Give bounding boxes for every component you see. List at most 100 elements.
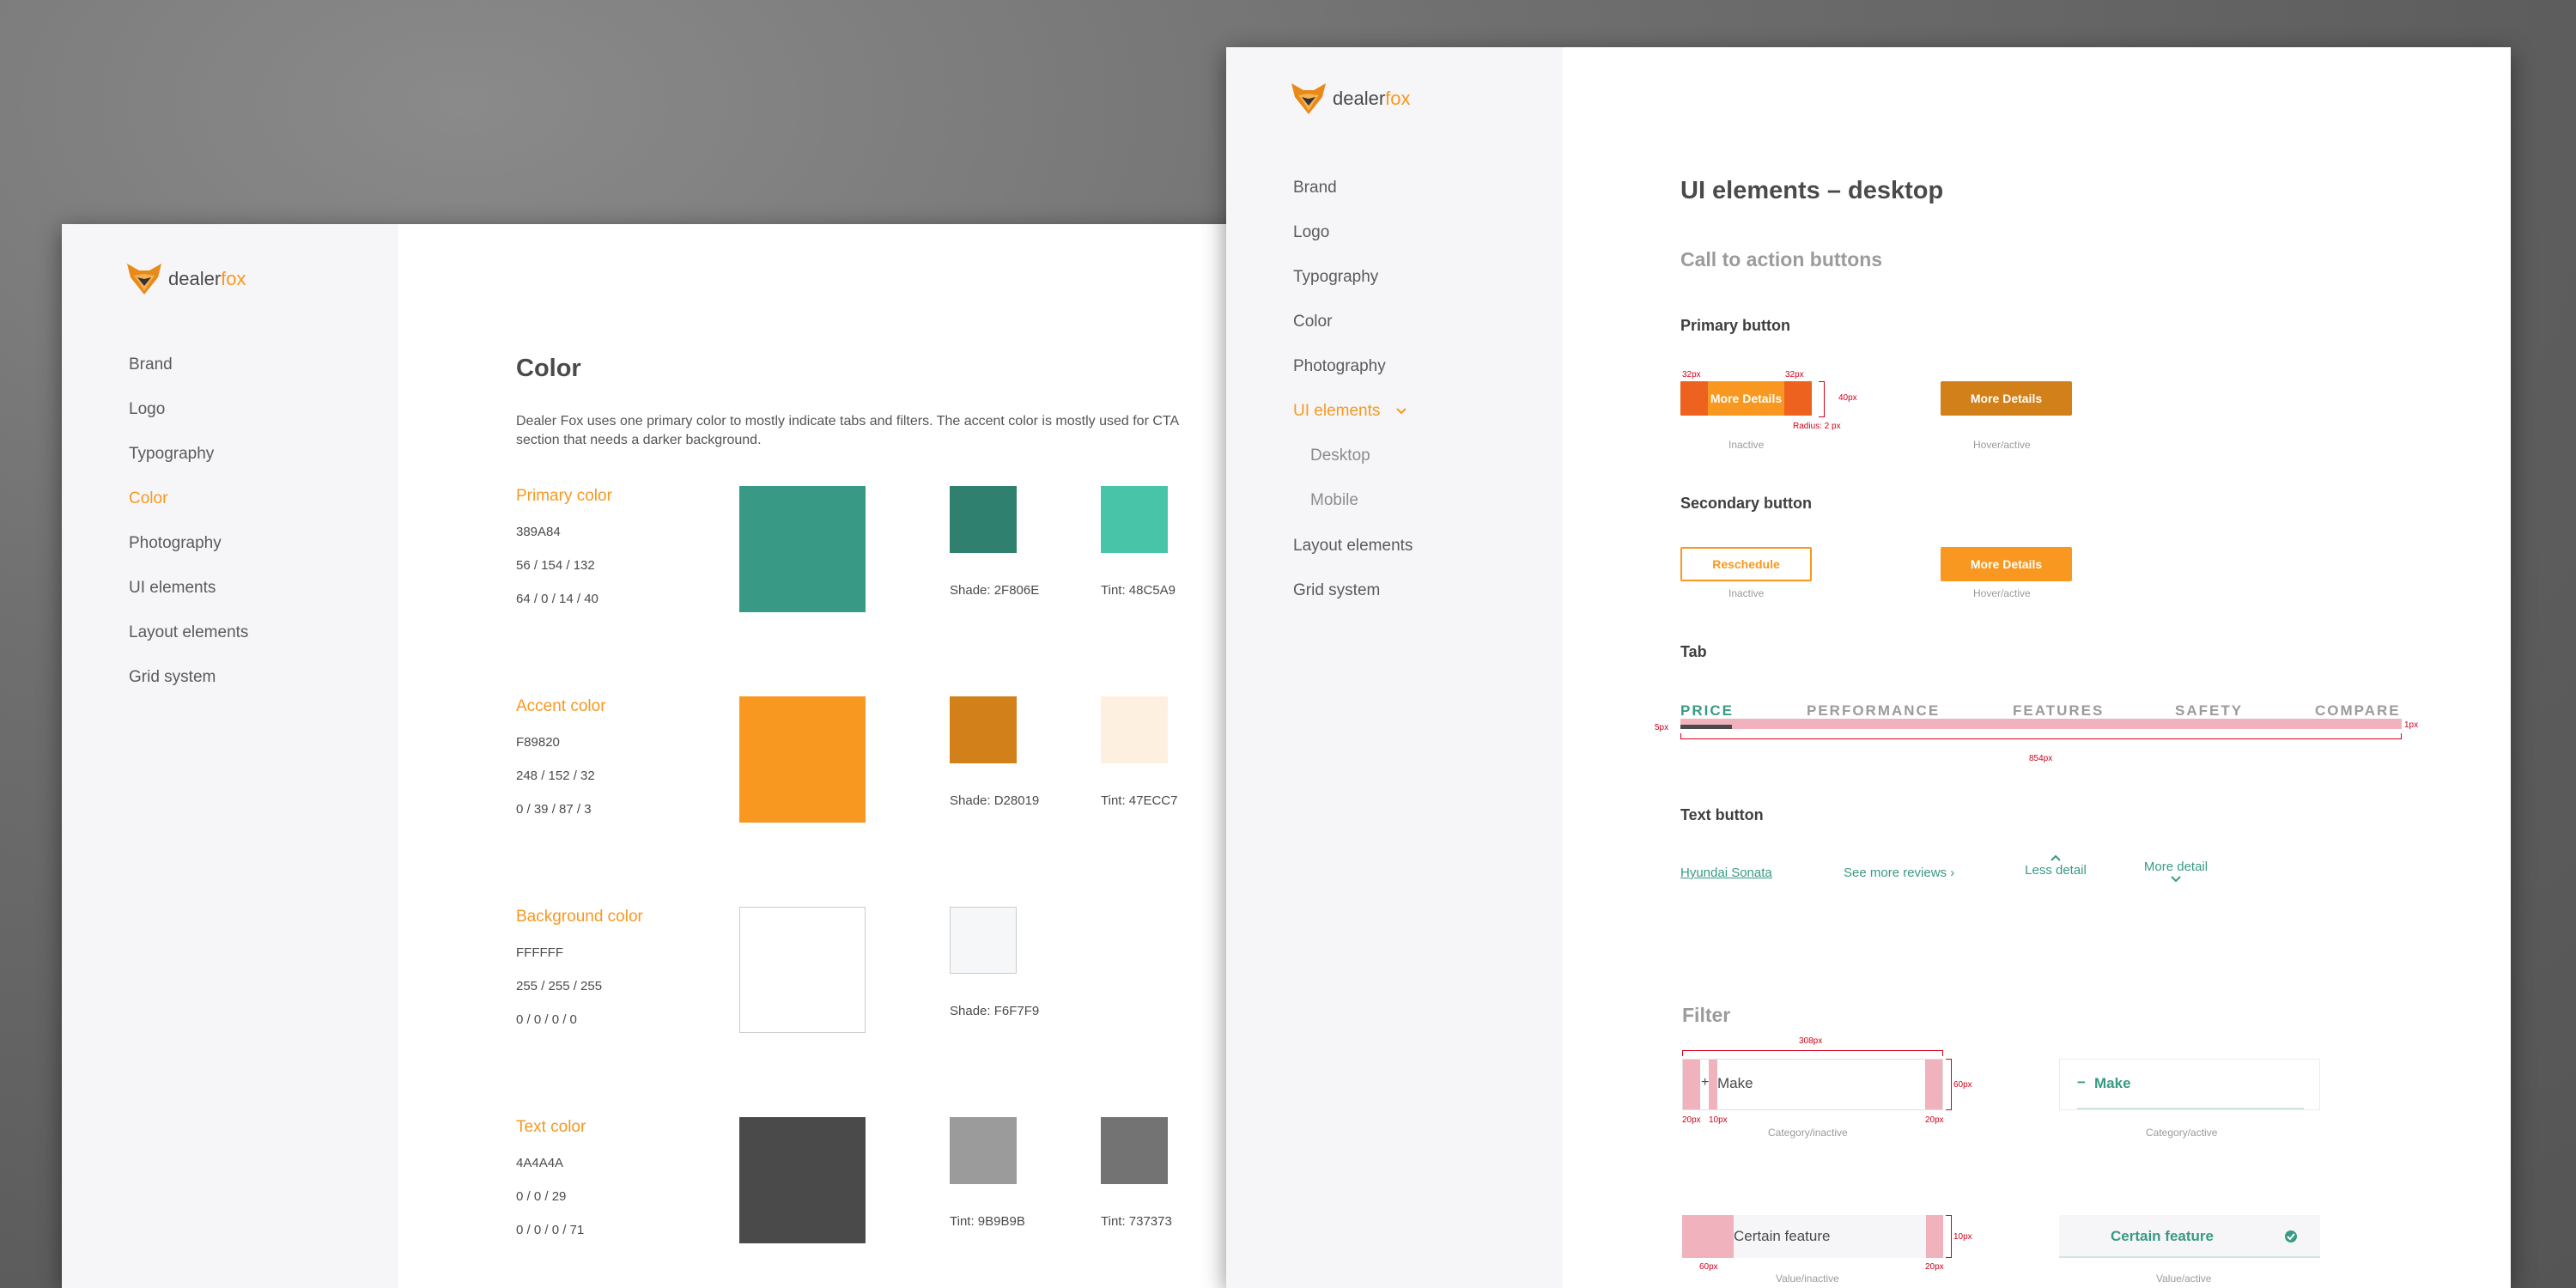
- spec-tab-1px: 1px: [2404, 720, 2419, 730]
- dealerfox-logo[interactable]: dealerfox: [1290, 82, 1411, 116]
- tab-underline-spec: [1680, 719, 2402, 729]
- filter-padding-left: [1683, 1060, 1700, 1109]
- nav-ui-elements[interactable]: UI elements: [1293, 402, 1407, 421]
- ui-elements-page-sheet: dealerfox Brand Logo Typography Color Ph…: [1226, 47, 2511, 1288]
- value-active-caption: Value/active: [2156, 1273, 2212, 1285]
- tab-safety[interactable]: SAFETY: [2175, 702, 2243, 720]
- tab-active-indicator: [1680, 725, 1732, 729]
- category-inactive-caption: Category/inactive: [1768, 1127, 1848, 1139]
- spec-tab-width-bracket: [1680, 733, 2402, 739]
- primary-hover-caption: Hover/active: [1973, 439, 2031, 451]
- spec-padding-right: 32px: [1785, 370, 1804, 380]
- primary-button-hover[interactable]: More Details: [1941, 381, 2072, 416]
- filter-make-label: Make: [1717, 1075, 1753, 1091]
- value-active-label: Certain feature: [2111, 1228, 2214, 1244]
- filter-make-active-label: Make: [2094, 1075, 2131, 1091]
- nav-ui-elements-label: UI elements: [1293, 402, 1381, 420]
- primary-rgb: 56 / 154 / 132: [516, 558, 595, 573]
- secondary-hover-caption: Hover/active: [1973, 587, 2031, 599]
- nav-grid-system[interactable]: Grid system: [129, 668, 216, 687]
- spec-filter-height-bracket: [1946, 1059, 1952, 1110]
- filter-category-inactive[interactable]: + Make: [1682, 1059, 1943, 1110]
- filter-padding-icon: [1709, 1060, 1717, 1109]
- primary-inactive-caption: Inactive: [1728, 439, 1765, 451]
- padding-spec-right: [1784, 381, 1812, 416]
- nav-logo[interactable]: Logo: [129, 400, 165, 419]
- chevron-up-icon: [2050, 854, 2061, 861]
- spec-value-height-bracket: [1946, 1215, 1952, 1258]
- primary-button-inactive[interactable]: More Details: [1680, 381, 1812, 416]
- secondary-button-hover[interactable]: More Details: [1941, 547, 2072, 581]
- nav-mobile[interactable]: Mobile: [1310, 491, 1358, 510]
- cta-section-title: Call to action buttons: [1680, 248, 1883, 270]
- secondary-button-inactive[interactable]: Reschedule: [1680, 547, 1812, 581]
- spec-height: 40px: [1838, 393, 1857, 403]
- background-hex: FFFFFF: [516, 945, 563, 960]
- chevron-down-icon: [1395, 408, 1406, 415]
- background-color-label: Background color: [516, 908, 643, 926]
- nav-layout-elements[interactable]: Layout elements: [1293, 537, 1413, 556]
- less-detail-label: Less detail: [2025, 863, 2087, 878]
- primary-tint-swatch: [1101, 486, 1168, 553]
- nav-brand[interactable]: Brand: [129, 355, 173, 374]
- filter-category-active[interactable]: − Make: [2059, 1059, 2320, 1110]
- spec-filter-pad-left: 20px: [1682, 1115, 1701, 1125]
- spec-value-height: 10px: [1953, 1232, 1972, 1242]
- secondary-button-label: Reschedule: [1712, 557, 1780, 571]
- tab-title: Tab: [1680, 643, 1707, 660]
- primary-tint-label: Tint: 48C5A9: [1101, 583, 1176, 598]
- text-tint1-swatch: [950, 1117, 1017, 1184]
- dealerfox-logo[interactable]: dealerfox: [125, 262, 246, 296]
- text-color-label: Text color: [516, 1118, 586, 1136]
- check-circle-icon: [2285, 1230, 2297, 1242]
- filter-value-active[interactable]: Certain feature: [2059, 1215, 2320, 1258]
- spec-tab-width: 854px: [2029, 754, 2053, 763]
- tab-price[interactable]: PRICE: [1680, 702, 1734, 720]
- nav-logo[interactable]: Logo: [1293, 223, 1329, 242]
- nav-typography[interactable]: Typography: [129, 445, 214, 464]
- minus-icon: −: [2077, 1074, 2086, 1091]
- value-active-underline: [2059, 1256, 2320, 1258]
- see-more-reviews-link[interactable]: See more reviews ›: [1844, 866, 1954, 880]
- more-detail-label: More detail: [2143, 860, 2208, 874]
- accent-tint-swatch: [1101, 696, 1168, 763]
- nav-layout-elements[interactable]: Layout elements: [129, 623, 248, 642]
- chevron-right-icon: ›: [1950, 866, 1955, 880]
- intro-line-1: Dealer Fox uses one primary color to mos…: [516, 414, 1180, 428]
- intro-line-2: section that needs a darker background.: [516, 433, 762, 447]
- nav-grid-system[interactable]: Grid system: [1293, 581, 1380, 600]
- nav-typography[interactable]: Typography: [1293, 268, 1378, 287]
- filter-padding-right: [1925, 1060, 1942, 1109]
- tab-features[interactable]: FEATURES: [2013, 702, 2104, 720]
- nav-photography[interactable]: Photography: [1293, 357, 1386, 376]
- nav-brand[interactable]: Brand: [1293, 179, 1337, 197]
- spec-value-pad-left: 60px: [1699, 1262, 1718, 1272]
- accent-cmyk: 0 / 39 / 87 / 3: [516, 802, 592, 817]
- fox-icon: [1291, 83, 1326, 114]
- tab-performance[interactable]: PERFORMANCE: [1807, 702, 1940, 720]
- filter-active-underline: [2077, 1108, 2304, 1109]
- accent-tint-label: Tint: 47ECC7: [1101, 793, 1178, 808]
- more-detail-button[interactable]: More detail: [2142, 860, 2210, 883]
- link-hyundai-sonata[interactable]: Hyundai Sonata: [1680, 866, 1772, 880]
- nav-photography[interactable]: Photography: [129, 534, 222, 553]
- tab-compare[interactable]: COMPARE: [2315, 702, 2401, 720]
- primary-button-title: Primary button: [1680, 317, 1791, 334]
- spec-height-bracket: [1819, 381, 1825, 417]
- nav-color[interactable]: Color: [129, 489, 167, 508]
- secondary-button-title: Secondary button: [1680, 495, 1813, 512]
- less-detail-button[interactable]: Less detail: [2021, 854, 2090, 878]
- text-cmyk: 0 / 0 / 0 / 71: [516, 1223, 585, 1237]
- text-tint2-label: Tint: 737373: [1101, 1214, 1172, 1229]
- logo-text-dealer: dealer: [1333, 88, 1386, 109]
- spec-radius: Radius: 2 px: [1793, 422, 1841, 431]
- padding-spec-left: [1680, 381, 1708, 416]
- text-rgb: 0 / 0 / 29: [516, 1189, 567, 1204]
- accent-hex: F89820: [516, 735, 560, 750]
- nav-ui-elements[interactable]: UI elements: [129, 579, 216, 598]
- nav-desktop[interactable]: Desktop: [1310, 447, 1370, 465]
- text-swatch: [739, 1117, 866, 1243]
- nav-color[interactable]: Color: [1293, 313, 1332, 331]
- secondary-hover-label: More Details: [1970, 557, 2043, 571]
- filter-value-inactive[interactable]: Certain feature: [1682, 1215, 1943, 1258]
